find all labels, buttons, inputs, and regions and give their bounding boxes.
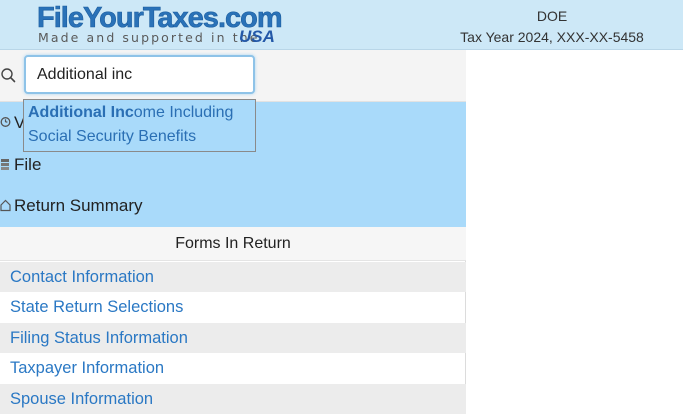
tax-year-ssn: Tax Year 2024, XXX-XX-5458 [460,29,644,45]
nav-label: File [14,155,42,174]
user-name: DOE [536,8,568,24]
form-link-filing-status-information[interactable]: Filing Status Information [0,323,466,353]
form-link-state-return-selections[interactable]: State Return Selections [0,292,466,322]
autocomplete-dropdown: Additional Income Including Social Secur… [23,99,256,152]
app-header: FileYourTaxes.com Made and supported in … [0,0,683,50]
logo-usa: USA [239,27,275,46]
form-link-spouse-information[interactable]: Spouse Information [0,384,466,414]
site-logo[interactable]: FileYourTaxes.com Made and supported in … [37,2,283,48]
forms-in-return-header: Forms In Return [0,227,466,261]
autocomplete-match: Additional Inc [28,104,134,121]
form-link-contact-information[interactable]: Contact Information [0,262,466,292]
search-input[interactable] [24,55,255,94]
search-bar [0,50,466,102]
logo-tagline: Made and supported in the [38,30,260,45]
autocomplete-option[interactable]: Additional Income Including Social Secur… [28,101,253,149]
user-info: DOE Tax Year 2024, XXX-XX-5458 [436,6,668,48]
history-icon [0,117,11,127]
nav-label: Return Summary [14,196,143,215]
file-stack-icon [1,159,9,170]
form-link-taxpayer-information[interactable]: Taxpayer Information [0,353,466,383]
search-icon[interactable] [0,67,16,83]
home-icon [0,199,11,212]
